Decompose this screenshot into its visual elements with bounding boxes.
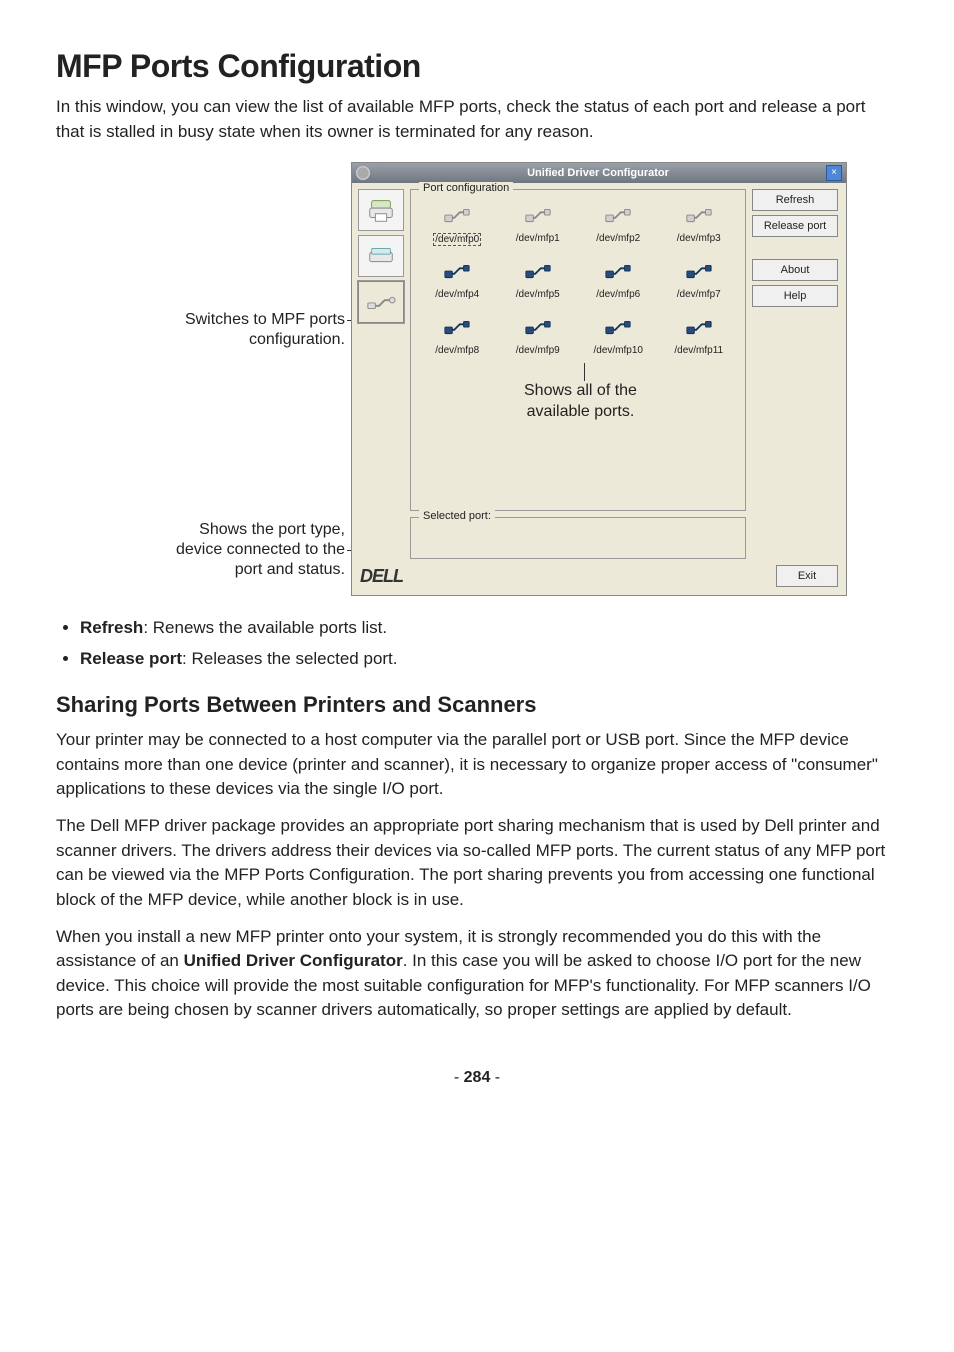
help-button[interactable]: Help [752,285,838,307]
body-para-1: Your printer may be connected to a host … [56,728,898,802]
port-icon [443,204,471,231]
exit-button[interactable]: Exit [776,565,838,587]
port-item[interactable]: /dev/mfp9 [500,316,577,370]
bullet-refresh: Refresh: Renews the available ports list… [80,614,898,643]
port-label: /dev/mfp1 [516,233,560,244]
refresh-button[interactable]: Refresh [752,189,838,211]
release-port-button[interactable]: Release port [752,215,838,237]
port-icon [524,204,552,231]
window-title: Unified Driver Configurator [370,167,826,179]
sidebar [358,189,404,323]
label-port-type-line2: device connected to the [176,541,345,558]
bullet-release-text: : Releases the selected port. [182,649,397,668]
port-label: /dev/mfp2 [596,233,640,244]
sidebar-scanners-icon[interactable] [358,235,404,277]
port-icon [604,316,632,343]
port-label: /dev/mfp8 [435,345,479,356]
port-config-group: Port configuration /dev/mfp0/dev/mfp1/de… [410,189,746,511]
port-label: /dev/mfp5 [516,289,560,300]
body-para-3b: Unified Driver Configurator [184,951,403,970]
port-item[interactable]: /dev/mfp11 [661,316,738,370]
port-icon [524,260,552,287]
port-icon [685,260,713,287]
bullet-release: Release port: Releases the selected port… [80,645,898,674]
port-item[interactable]: /dev/mfp10 [580,316,657,370]
subheading-sharing: Sharing Ports Between Printers and Scann… [56,692,898,718]
window-close-button[interactable]: × [826,165,842,181]
port-icon [443,316,471,343]
port-item[interactable]: /dev/mfp6 [580,260,657,314]
label-switches: Switches to MPF ports configuration. [185,310,345,350]
intro-paragraph: In this window, you can view the list of… [56,95,898,144]
label-port-type-line3: port and status. [235,561,345,578]
app-window: Unified Driver Configurator × [351,162,847,596]
selected-port-group: Selected port: [410,517,746,559]
port-label: /dev/mfp3 [677,233,721,244]
port-icon [524,316,552,343]
bullet-list: Refresh: Renews the available ports list… [80,614,898,674]
diagram: Switches to MPF ports configuration. Sho… [56,162,898,596]
port-icon [604,260,632,287]
port-item[interactable]: /dev/mfp3 [661,204,738,258]
port-label: /dev/mfp10 [594,345,643,356]
port-item[interactable]: /dev/mfp4 [419,260,496,314]
port-label: /dev/mfp4 [435,289,479,300]
port-label: /dev/mfp0 [433,233,481,246]
label-switches-line2: configuration. [249,331,345,348]
about-button[interactable]: About [752,259,838,281]
port-icon [685,204,713,231]
body-para-3: When you install a new MFP printer onto … [56,925,898,1024]
ports-grid: /dev/mfp0/dev/mfp1/dev/mfp2/dev/mfp3/dev… [419,200,737,502]
port-label: /dev/mfp11 [674,345,723,356]
port-item[interactable]: /dev/mfp1 [500,204,577,258]
port-item[interactable]: /dev/mfp0 [419,204,496,258]
annotation-line [584,363,585,381]
port-label: /dev/mfp7 [677,289,721,300]
port-label: /dev/mfp6 [596,289,640,300]
window-titlebar: Unified Driver Configurator × [352,163,846,183]
port-icon [604,204,632,231]
port-item[interactable]: /dev/mfp5 [500,260,577,314]
sidebar-printers-icon[interactable] [358,189,404,231]
port-icon [443,260,471,287]
port-item[interactable]: /dev/mfp2 [580,204,657,258]
button-column: Refresh Release port About Help [752,189,838,307]
body-para-2: The Dell MFP driver package provides an … [56,814,898,913]
bullet-refresh-term: Refresh [80,618,143,637]
port-item[interactable]: /dev/mfp7 [661,260,738,314]
label-port-type-line1: Shows the port type, [199,521,345,538]
selected-port-legend: Selected port: [419,510,495,522]
port-label: /dev/mfp9 [516,345,560,356]
page-number: - 284 - [56,1069,898,1087]
port-config-legend: Port configuration [419,182,513,194]
port-item[interactable]: /dev/mfp8 [419,316,496,370]
label-port-type: Shows the port type, device connected to… [176,520,345,580]
dell-logo: DELL [360,566,403,587]
bullet-release-term: Release port [80,649,182,668]
sidebar-ports-icon[interactable] [358,281,404,323]
label-switches-line1: Switches to MPF ports [185,311,345,328]
page-title: MFP Ports Configuration [56,48,898,85]
port-icon [685,316,713,343]
window-app-icon [356,166,370,180]
bullet-refresh-text: : Renews the available ports list. [143,618,387,637]
